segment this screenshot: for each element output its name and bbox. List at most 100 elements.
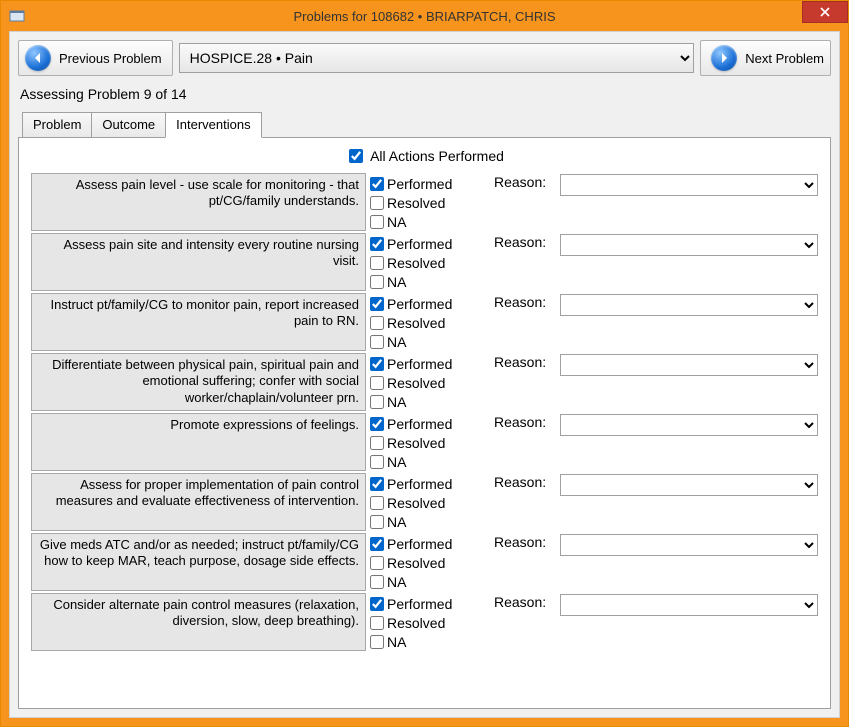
na-option: NA bbox=[370, 572, 490, 591]
na-label: NA bbox=[387, 634, 406, 650]
performed-checkbox[interactable] bbox=[370, 417, 384, 431]
performed-checkbox[interactable] bbox=[370, 537, 384, 551]
na-checkbox[interactable] bbox=[370, 335, 384, 349]
resolved-label: Resolved bbox=[387, 495, 445, 511]
na-option: NA bbox=[370, 512, 490, 531]
performed-label: Performed bbox=[387, 176, 452, 192]
reason-label: Reason: bbox=[494, 234, 554, 250]
intervention-description: Assess for proper implementation of pain… bbox=[31, 473, 366, 531]
performed-checkbox[interactable] bbox=[370, 357, 384, 371]
na-label: NA bbox=[387, 454, 406, 470]
na-checkbox[interactable] bbox=[370, 395, 384, 409]
na-label: NA bbox=[387, 214, 406, 230]
intervention-status-checks: PerformedResolved NA bbox=[370, 293, 490, 351]
resolved-checkbox[interactable] bbox=[370, 616, 384, 630]
na-checkbox[interactable] bbox=[370, 575, 384, 589]
na-checkbox[interactable] bbox=[370, 635, 384, 649]
resolved-option: Resolved bbox=[370, 373, 490, 392]
performed-option: Performed bbox=[370, 174, 490, 193]
performed-checkbox[interactable] bbox=[370, 237, 384, 251]
resolved-checkbox[interactable] bbox=[370, 496, 384, 510]
performed-checkbox[interactable] bbox=[370, 597, 384, 611]
all-actions-checkbox[interactable] bbox=[349, 149, 363, 163]
tab-interventions[interactable]: Interventions bbox=[165, 112, 261, 138]
intervention-description: Assess pain site and intensity every rou… bbox=[31, 233, 366, 291]
resolved-label: Resolved bbox=[387, 375, 445, 391]
resolved-label: Resolved bbox=[387, 555, 445, 571]
na-checkbox[interactable] bbox=[370, 515, 384, 529]
reason-column: Reason: bbox=[494, 533, 818, 556]
reason-label: Reason: bbox=[494, 414, 554, 430]
performed-checkbox[interactable] bbox=[370, 297, 384, 311]
performed-option: Performed bbox=[370, 294, 490, 313]
problem-select[interactable]: HOSPICE.28 • Pain bbox=[179, 43, 695, 73]
na-checkbox[interactable] bbox=[370, 455, 384, 469]
window-border: Previous Problem HOSPICE.28 • Pain Next … bbox=[1, 31, 848, 726]
resolved-label: Resolved bbox=[387, 195, 445, 211]
reason-select[interactable] bbox=[560, 414, 818, 436]
intervention-status-checks: Performed Resolved NA bbox=[370, 533, 490, 591]
reason-select[interactable] bbox=[560, 474, 818, 496]
reason-select[interactable] bbox=[560, 234, 818, 256]
resolved-checkbox[interactable] bbox=[370, 556, 384, 570]
performed-checkbox[interactable] bbox=[370, 177, 384, 191]
nav-row: Previous Problem HOSPICE.28 • Pain Next … bbox=[18, 40, 831, 76]
performed-label: Performed bbox=[387, 236, 452, 252]
tabs: Problem Outcome Interventions bbox=[22, 112, 831, 137]
reason-select[interactable] bbox=[560, 594, 818, 616]
performed-label: Performed bbox=[387, 476, 452, 492]
previous-problem-button[interactable]: Previous Problem bbox=[18, 40, 173, 76]
resolved-checkbox[interactable] bbox=[370, 436, 384, 450]
reason-label: Reason: bbox=[494, 534, 554, 550]
na-label: NA bbox=[387, 334, 406, 350]
intervention-row: Assess pain level - use scale for monito… bbox=[23, 172, 826, 232]
resolved-option: Resolved bbox=[370, 553, 490, 572]
performed-option: Performed bbox=[370, 414, 490, 433]
na-label: NA bbox=[387, 274, 406, 290]
intervention-status-checks: PerformedResolved NA bbox=[370, 413, 490, 471]
intervention-description: Give meds ATC and/or as needed; instruct… bbox=[31, 533, 366, 591]
intervention-status-checks: PerformedResolvedNA bbox=[370, 353, 490, 411]
performed-option: Performed bbox=[370, 534, 490, 553]
intervention-row: Give meds ATC and/or as needed; instruct… bbox=[23, 532, 826, 592]
reason-select[interactable] bbox=[560, 294, 818, 316]
next-problem-button[interactable]: Next Problem bbox=[700, 40, 831, 76]
intervention-row: Instruct pt/family/CG to monitor pain, r… bbox=[23, 292, 826, 352]
app-icon bbox=[9, 8, 25, 24]
resolved-option: Resolved bbox=[370, 493, 490, 512]
reason-select[interactable] bbox=[560, 534, 818, 556]
assessing-count-label: Assessing Problem 9 of 14 bbox=[20, 86, 831, 102]
resolved-option: Resolved bbox=[370, 253, 490, 272]
resolved-label: Resolved bbox=[387, 615, 445, 631]
resolved-checkbox[interactable] bbox=[370, 376, 384, 390]
close-button[interactable] bbox=[802, 1, 848, 23]
intervention-description: Consider alternate pain control measures… bbox=[31, 593, 366, 651]
performed-checkbox[interactable] bbox=[370, 477, 384, 491]
tab-problem[interactable]: Problem bbox=[22, 112, 92, 137]
resolved-checkbox[interactable] bbox=[370, 256, 384, 270]
intervention-status-checks: PerformedResolvedNA bbox=[370, 593, 490, 651]
performed-option: Performed bbox=[370, 234, 490, 253]
na-label: NA bbox=[387, 574, 406, 590]
resolved-option: Resolved bbox=[370, 313, 490, 332]
reason-column: Reason: bbox=[494, 293, 818, 316]
resolved-option: Resolved bbox=[370, 433, 490, 452]
previous-problem-label: Previous Problem bbox=[59, 51, 162, 66]
resolved-checkbox[interactable] bbox=[370, 316, 384, 330]
intervention-status-checks: PerformedResolved NA bbox=[370, 233, 490, 291]
reason-select[interactable] bbox=[560, 174, 818, 196]
interventions-scroll[interactable]: Assess pain level - use scale for monito… bbox=[23, 172, 826, 704]
na-checkbox[interactable] bbox=[370, 215, 384, 229]
interventions-panel: All Actions Performed Assess pain level … bbox=[18, 137, 831, 709]
reason-select[interactable] bbox=[560, 354, 818, 376]
performed-label: Performed bbox=[387, 416, 452, 432]
reason-label: Reason: bbox=[494, 174, 554, 190]
tab-outcome[interactable]: Outcome bbox=[91, 112, 166, 137]
resolved-checkbox[interactable] bbox=[370, 196, 384, 210]
intervention-row: Consider alternate pain control measures… bbox=[23, 592, 826, 652]
na-checkbox[interactable] bbox=[370, 275, 384, 289]
reason-column: Reason: bbox=[494, 473, 818, 496]
app-window: Problems for 108682 • BRIARPATCH, CHRIS … bbox=[0, 0, 849, 727]
na-label: NA bbox=[387, 514, 406, 530]
intervention-row: Assess pain site and intensity every rou… bbox=[23, 232, 826, 292]
